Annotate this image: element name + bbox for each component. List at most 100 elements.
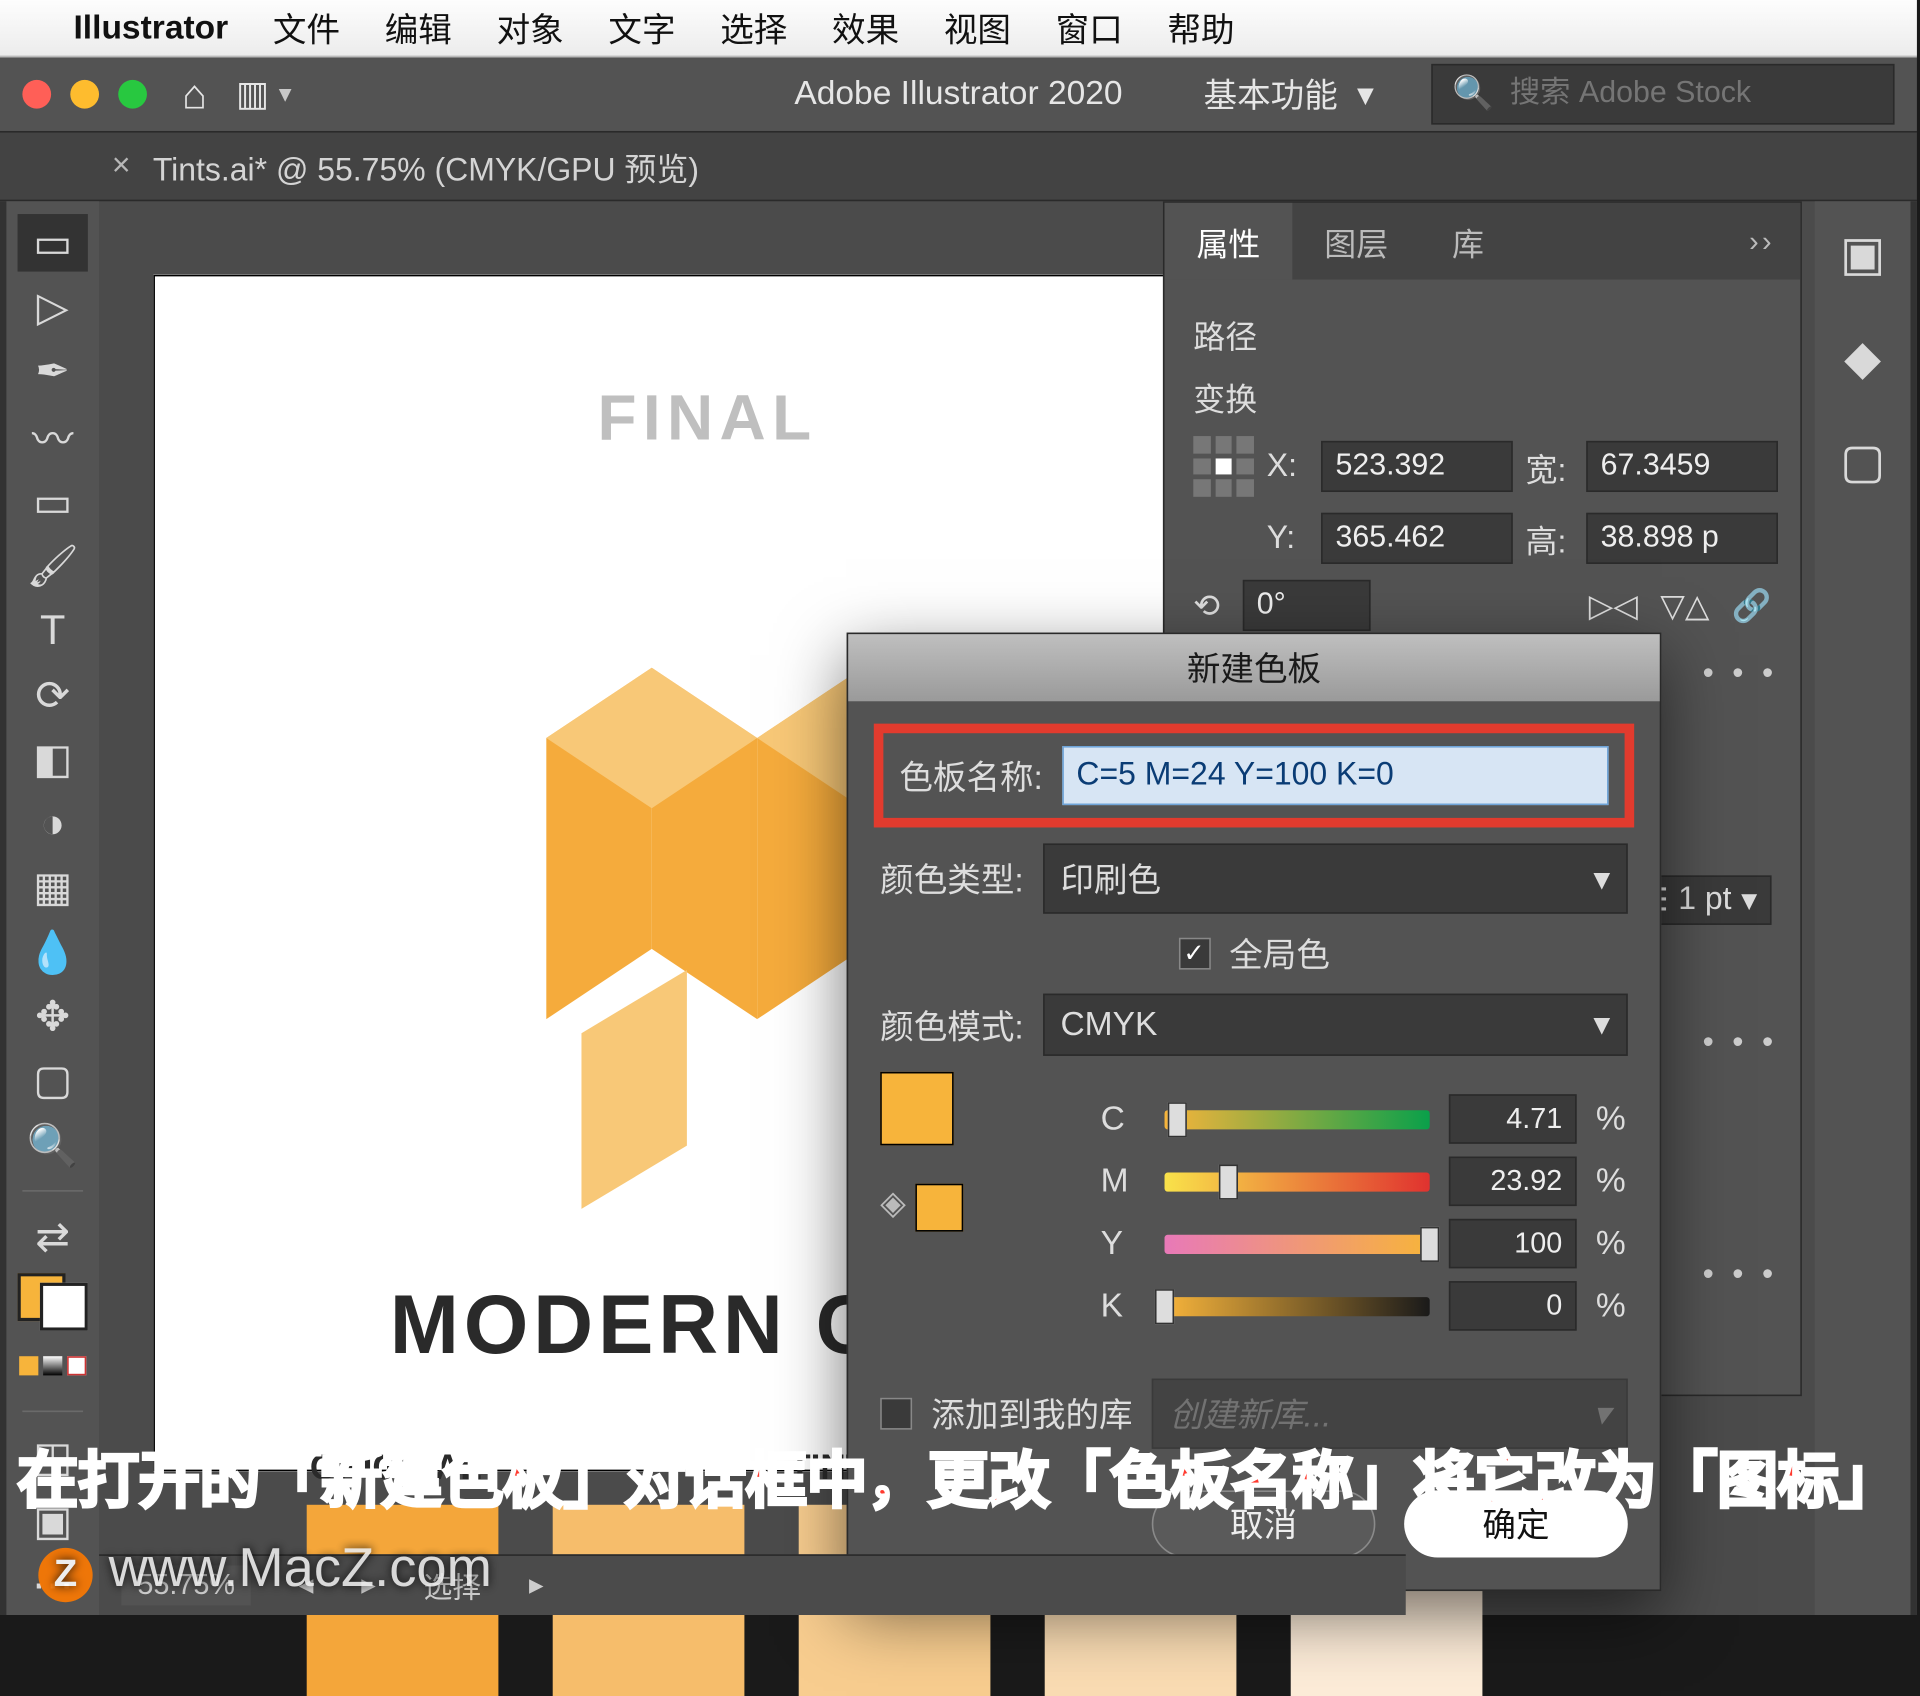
m-value[interactable]: 23.92 bbox=[1449, 1157, 1577, 1207]
eyedropper-tool-icon[interactable]: 💧 bbox=[18, 924, 88, 982]
pen-tool-icon[interactable]: ✒ bbox=[18, 343, 88, 401]
reference-point-icon[interactable] bbox=[1193, 436, 1254, 497]
menu-window[interactable]: 窗口 bbox=[1056, 4, 1123, 52]
right-dock: ▣ ◆ ▢ bbox=[1815, 201, 1917, 1615]
menu-file[interactable]: 文件 bbox=[273, 4, 340, 52]
app-title: Adobe Illustrator 2020 bbox=[794, 75, 1122, 113]
search-icon: 🔍 bbox=[1452, 75, 1494, 113]
stroke-color-icon[interactable] bbox=[40, 1282, 88, 1330]
shape-builder-tool-icon[interactable]: ◑ bbox=[18, 795, 88, 853]
rotate-tool-icon[interactable]: ⟳ bbox=[18, 666, 88, 724]
minimise-window-icon[interactable] bbox=[70, 80, 99, 109]
tab-libraries[interactable]: 库 bbox=[1420, 203, 1516, 280]
3d-preview-icon[interactable]: ◈ bbox=[880, 1185, 906, 1222]
arrange-dropdown-icon[interactable]: ▾ bbox=[279, 78, 292, 110]
add-to-library-checkbox[interactable]: ✓ bbox=[880, 1398, 912, 1430]
k-value[interactable]: 0 bbox=[1449, 1281, 1577, 1331]
close-tab-icon[interactable]: × bbox=[112, 148, 131, 185]
menu-type[interactable]: 文字 bbox=[608, 4, 675, 52]
color-type-label: 颜色类型: bbox=[880, 855, 1024, 903]
fill-stroke-swap-icon[interactable]: ⇄ bbox=[18, 1208, 88, 1266]
link-wh-icon[interactable]: 🔗 bbox=[1732, 585, 1772, 625]
tool-panel: ▭ ▷ ✒ 〰 ▭ 🖌 T ⟳ ◧ ◑ ▦ 💧 ✥ ▢ 🔍 ⇄ bbox=[0, 201, 99, 1615]
direct-selection-tool-icon[interactable]: ▷ bbox=[18, 278, 88, 336]
eraser-tool-icon[interactable]: ◧ bbox=[18, 730, 88, 788]
zoom-window-icon[interactable] bbox=[118, 80, 147, 109]
watermark-logo-icon: Z bbox=[38, 1548, 92, 1602]
selection-tool-icon[interactable]: ▭ bbox=[18, 214, 88, 272]
swatch-name-label: 色板名称: bbox=[899, 752, 1043, 800]
menu-select[interactable]: 选择 bbox=[720, 4, 787, 52]
pct-label: % bbox=[1596, 1162, 1628, 1200]
w-label: 宽: bbox=[1526, 443, 1574, 489]
artwork-label-final: FINAL bbox=[597, 383, 817, 455]
chevron-down-icon: ▾ bbox=[1593, 859, 1610, 899]
k-slider[interactable] bbox=[1165, 1296, 1430, 1315]
close-window-icon[interactable] bbox=[22, 80, 51, 109]
color-type-value: 印刷色 bbox=[1060, 855, 1161, 903]
panel-collapse-icon[interactable]: ›› bbox=[1717, 203, 1800, 280]
free-transform-tool-icon[interactable]: ✥ bbox=[18, 988, 88, 1046]
panel-tabs: 属性 图层 库 ›› bbox=[1165, 203, 1801, 280]
layers-panel-icon[interactable]: ◆ bbox=[1844, 331, 1881, 387]
dialog-title: 新建色板 bbox=[848, 634, 1659, 701]
transform-grid: X: 523.392 宽: 67.3459 Y: 365.462 高: 38.8… bbox=[1193, 436, 1771, 564]
height-field[interactable]: 38.898 p bbox=[1586, 513, 1778, 564]
y-field[interactable]: 365.462 bbox=[1321, 513, 1513, 564]
global-checkbox[interactable]: ✓ bbox=[1178, 938, 1210, 970]
color-mode-strip[interactable] bbox=[18, 1337, 88, 1395]
status-menu-icon[interactable]: ▸ bbox=[529, 1569, 543, 1603]
watermark: Zwww.MacZ.com bbox=[38, 1538, 492, 1602]
arrange-documents-icon[interactable]: ▥ bbox=[236, 73, 269, 115]
m-slider[interactable] bbox=[1165, 1172, 1430, 1191]
gradient-tool-icon[interactable]: ▦ bbox=[18, 859, 88, 917]
menu-object[interactable]: 对象 bbox=[497, 4, 564, 52]
flip-horizontal-icon[interactable]: ▷◁ bbox=[1589, 585, 1638, 625]
c-slider[interactable] bbox=[1165, 1109, 1430, 1128]
y-slider[interactable] bbox=[1165, 1234, 1430, 1253]
stock-search-input[interactable] bbox=[1510, 77, 1874, 112]
preview-swatch-small bbox=[915, 1184, 963, 1232]
pct-label: % bbox=[1596, 1224, 1628, 1262]
flip-vertical-icon[interactable]: ▽△ bbox=[1660, 585, 1709, 625]
document-tab-strip: × Tints.ai* @ 55.75% (CMYK/GPU 预览) bbox=[0, 131, 1917, 201]
artboard-tool-icon[interactable]: ▢ bbox=[18, 1052, 88, 1110]
y-value[interactable]: 100 bbox=[1449, 1219, 1577, 1269]
zoom-tool-icon[interactable]: 🔍 bbox=[18, 1117, 88, 1175]
rotate-field[interactable]: 0° bbox=[1242, 580, 1370, 631]
cube-panel-icon[interactable]: ▣ bbox=[1840, 227, 1885, 283]
color-mode-dropdown[interactable]: CMYK ▾ bbox=[1043, 994, 1628, 1056]
menu-effect[interactable]: 效果 bbox=[832, 4, 899, 52]
pct-label: % bbox=[1596, 1287, 1628, 1325]
h-label: 高: bbox=[1526, 515, 1574, 561]
y-label: Y bbox=[1101, 1224, 1146, 1262]
rectangle-tool-icon[interactable]: ▭ bbox=[18, 473, 88, 531]
width-field[interactable]: 67.3459 bbox=[1586, 441, 1778, 492]
type-tool-icon[interactable]: T bbox=[18, 602, 88, 660]
tab-layers[interactable]: 图层 bbox=[1292, 203, 1420, 280]
curvature-tool-icon[interactable]: 〰 bbox=[18, 407, 88, 466]
color-mode-value: CMYK bbox=[1060, 1006, 1157, 1044]
x-field[interactable]: 523.392 bbox=[1321, 441, 1513, 492]
menubar-app[interactable]: Illustrator bbox=[73, 9, 228, 47]
c-value[interactable]: 4.71 bbox=[1449, 1094, 1577, 1144]
menu-help[interactable]: 帮助 bbox=[1167, 4, 1234, 52]
chevron-down-icon: ▾ bbox=[1593, 1005, 1610, 1045]
paintbrush-tool-icon[interactable]: 🖌 bbox=[18, 537, 88, 595]
color-type-dropdown[interactable]: 印刷色 ▾ bbox=[1043, 843, 1628, 913]
chevron-down-icon: ▾ bbox=[1593, 1394, 1610, 1434]
tool-separator bbox=[22, 1191, 83, 1192]
transform-section-label: 变换 bbox=[1193, 374, 1771, 420]
fill-stroke-indicator[interactable] bbox=[18, 1272, 88, 1330]
menu-view[interactable]: 视图 bbox=[944, 4, 1011, 52]
workspace-switcher[interactable]: 基本功能 ▾ bbox=[1181, 64, 1396, 125]
artboards-panel-icon[interactable]: ▢ bbox=[1840, 435, 1885, 491]
workspace: ▭ ▷ ✒ 〰 ▭ 🖌 T ⟳ ◧ ◑ ▦ 💧 ✥ ▢ 🔍 ⇄ bbox=[0, 201, 1917, 1615]
tab-properties[interactable]: 属性 bbox=[1165, 203, 1293, 280]
stock-search[interactable]: 🔍 bbox=[1431, 64, 1894, 125]
swatch-name-input[interactable] bbox=[1062, 746, 1609, 805]
home-icon[interactable]: ⌂ bbox=[182, 69, 207, 119]
menu-edit[interactable]: 编辑 bbox=[385, 4, 452, 52]
chevron-down-icon: ▾ bbox=[1357, 74, 1374, 114]
document-tab-label[interactable]: Tints.ai* @ 55.75% (CMYK/GPU 预览) bbox=[153, 143, 699, 189]
